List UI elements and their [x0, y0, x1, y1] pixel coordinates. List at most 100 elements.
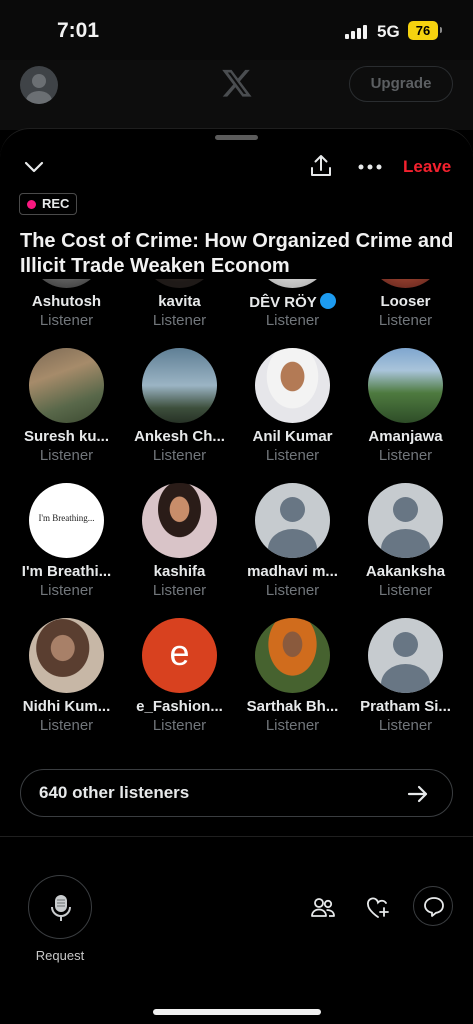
participant-card[interactable]: Aakanksha Listener [349, 483, 462, 615]
participant-name-text: Ashutosh [31, 293, 102, 310]
participant-name: Aakanksha [349, 563, 462, 580]
avatar-letter: e [169, 632, 190, 673]
participant-name-text: Pratham Si... [360, 698, 451, 715]
participant-role: Listener [39, 582, 94, 599]
participant-name-text: DÊV RÖY [249, 294, 317, 311]
participant-avatar[interactable] [255, 279, 330, 288]
participant-avatar[interactable] [368, 279, 443, 288]
participant-name: Pratham Si... [349, 698, 462, 715]
participant-name: Sarthak Bh... [236, 698, 349, 715]
participant-name-text: Suresh ku... [23, 428, 110, 445]
participant-card[interactable]: Sarthak Bh... Listener [236, 618, 349, 750]
participant-name: Looser [349, 293, 462, 310]
microphone-icon [51, 895, 71, 921]
participant-card[interactable]: Ashutosh Listener [10, 279, 123, 345]
participant-card[interactable]: Anil Kumar Listener [236, 348, 349, 480]
participant-role: Listener [152, 582, 207, 599]
sheet-grabber[interactable] [215, 135, 258, 140]
participant-card[interactable]: kavita Listener [123, 279, 236, 345]
participant-card[interactable]: Looser Listener [349, 279, 462, 345]
participant-card[interactable]: kashifa Listener [123, 483, 236, 615]
share-icon[interactable] [309, 153, 333, 179]
participant-name: Anil Kumar [236, 428, 349, 445]
participant-card[interactable]: Pratham Si... Listener [349, 618, 462, 750]
participant-avatar[interactable] [255, 348, 330, 423]
participant-name-text: I'm Breathi... [21, 563, 112, 580]
battery-icon: 76 [408, 21, 442, 40]
upgrade-button[interactable]: Upgrade [349, 66, 453, 102]
participant-name-text: Anil Kumar [252, 428, 333, 445]
participant-role: Listener [152, 717, 207, 734]
profile-avatar[interactable] [20, 66, 58, 104]
participant-name-text: Sarthak Bh... [246, 698, 339, 715]
space-title: The Cost of Crime: How Organized Crime a… [20, 230, 454, 277]
heart-plus-icon[interactable] [365, 895, 391, 921]
request-mic-button[interactable] [28, 875, 92, 939]
participant-avatar[interactable]: I'm Breathing... [29, 483, 104, 558]
participant-avatar[interactable]: e [142, 618, 217, 693]
participant-role: Listener [39, 312, 94, 329]
signal-icon [345, 25, 371, 39]
avatar-text: I'm Breathing... [38, 513, 95, 523]
participant-role: Listener [152, 312, 207, 329]
other-listeners-label: 640 other listeners [39, 783, 190, 802]
clock: 7:01 [57, 19, 100, 42]
participant-name: kavita [123, 293, 236, 310]
participant-avatar[interactable] [368, 483, 443, 558]
recording-badge: REC [19, 193, 77, 215]
participant-name-text: Aakanksha [365, 563, 446, 580]
participant-card[interactable]: madhavi m... Listener [236, 483, 349, 615]
participant-avatar[interactable] [142, 279, 217, 288]
participant-avatar[interactable] [368, 348, 443, 423]
participant-name: madhavi m... [236, 563, 349, 580]
arrow-right-icon [407, 785, 428, 803]
participant-avatar[interactable] [142, 483, 217, 558]
participant-role: Listener [378, 312, 433, 329]
participant-avatar[interactable] [29, 348, 104, 423]
participant-name: I'm Breathi... [10, 563, 123, 580]
participant-name-text: kashifa [153, 563, 206, 580]
chevron-down-icon[interactable] [22, 155, 46, 179]
participant-avatar[interactable] [29, 279, 104, 288]
participant-name-text: Nidhi Kum... [22, 698, 111, 715]
participant-name: Nidhi Kum... [10, 698, 123, 715]
chat-bubble-icon [424, 897, 444, 917]
more-options-icon[interactable] [357, 163, 383, 171]
participant-avatar[interactable] [29, 618, 104, 693]
participant-card[interactable]: Suresh ku... Listener [10, 348, 123, 480]
participant-name: Ashutosh [10, 293, 123, 310]
home-indicator[interactable] [153, 1009, 321, 1015]
people-icon[interactable] [310, 895, 336, 921]
participant-role: Listener [265, 447, 320, 464]
participant-card[interactable]: Ankesh Ch... Listener [123, 348, 236, 480]
participant-card[interactable]: e e_Fashion... Listener [123, 618, 236, 750]
participant-role: Listener [265, 717, 320, 734]
participant-avatar[interactable] [255, 483, 330, 558]
participant-name: Suresh ku... [10, 428, 123, 445]
participant-name-text: Amanjawa [368, 428, 443, 445]
participant-role: Listener [265, 582, 320, 599]
participant-avatar[interactable] [255, 618, 330, 693]
request-label: Request [35, 948, 85, 963]
divider [0, 836, 473, 837]
participant-name: DÊV RÖY [236, 293, 349, 311]
participant-avatar[interactable] [142, 348, 217, 423]
participant-card[interactable]: Amanjawa Listener [349, 348, 462, 480]
participant-role: Listener [39, 447, 94, 464]
chat-button[interactable] [413, 886, 453, 926]
leave-button[interactable]: Leave [403, 157, 451, 177]
participant-name-text: Looser [380, 293, 431, 310]
participant-name-text: kavita [158, 293, 201, 310]
participant-card[interactable]: Nidhi Kum... Listener [10, 618, 123, 750]
participant-name: kashifa [123, 563, 236, 580]
x-logo-icon [222, 69, 252, 97]
participant-name-text: Ankesh Ch... [134, 428, 225, 445]
participant-card[interactable]: I'm Breathing... I'm Breathi... Listener [10, 483, 123, 615]
participant-name-text: e_Fashion... [136, 698, 223, 715]
participant-name: e_Fashion... [123, 698, 236, 715]
participant-name-text: madhavi m... [247, 563, 338, 580]
participant-avatar[interactable] [368, 618, 443, 693]
other-listeners-button[interactable]: 640 other listeners [20, 769, 453, 817]
participant-card[interactable]: DÊV RÖY Listener [236, 279, 349, 345]
participant-role: Listener [378, 717, 433, 734]
